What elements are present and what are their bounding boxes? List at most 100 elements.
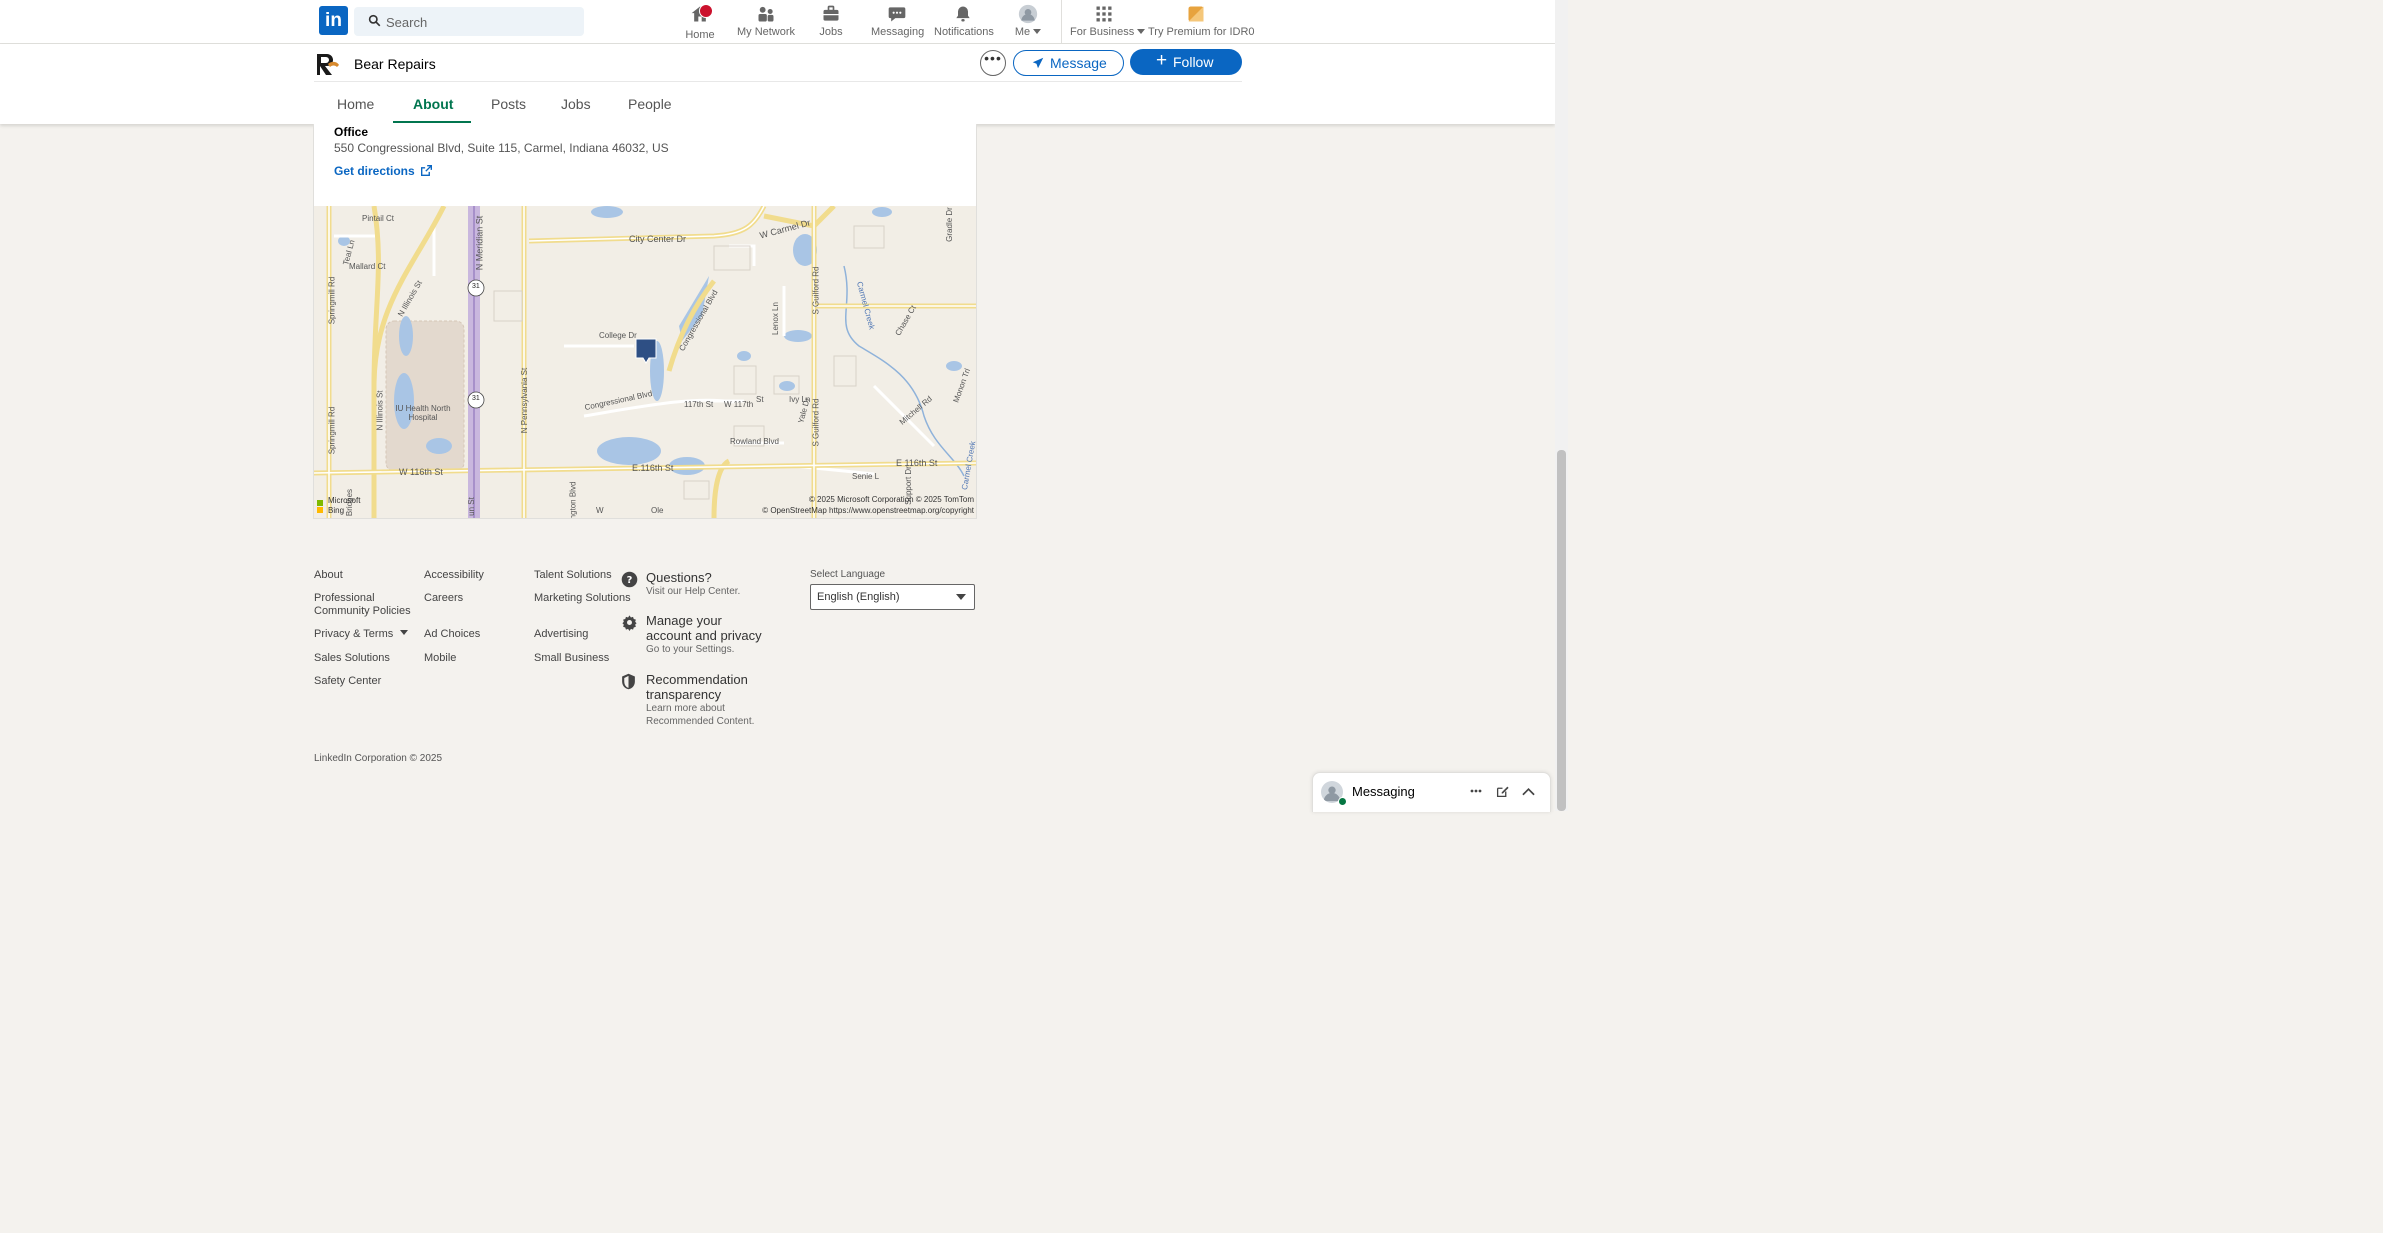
plus-icon: + <box>1156 50 1168 71</box>
compose-icon[interactable] <box>1496 785 1509 798</box>
tab-jobs[interactable]: Jobs <box>561 96 591 112</box>
map-label: Lenox Ln <box>770 302 780 335</box>
map-label: Springmill Rd <box>327 276 337 325</box>
map-label: IU Health North Hospital <box>395 404 451 422</box>
tab-about[interactable]: About <box>413 96 453 112</box>
footer-link-safety-center[interactable]: Safety Center <box>314 675 381 688</box>
question-icon: ? <box>621 571 638 588</box>
messaging-overlay[interactable]: Messaging <box>1312 772 1551 812</box>
search-input[interactable]: Search <box>354 7 584 36</box>
get-directions-label: Get directions <box>334 164 415 178</box>
chevron-up-icon[interactable] <box>1522 787 1535 796</box>
location-map[interactable]: Pintail Ct City Center Dr W Carmel Dr Te… <box>314 204 976 519</box>
footer-link-careers[interactable]: Careers <box>424 592 463 605</box>
help-subtitle: Visit our Help Center. <box>646 586 741 597</box>
footer-link-small-business[interactable]: Small Business <box>534 652 609 665</box>
bell-icon <box>956 6 970 22</box>
nav-my-network[interactable]: My Network <box>736 4 796 40</box>
more-options-button[interactable]: ••• <box>980 50 1006 76</box>
gear-icon <box>622 615 637 631</box>
nav-try-premium[interactable]: Try Premium for IDR0 <box>1148 4 1255 40</box>
nav-home[interactable]: Home <box>684 4 716 41</box>
map-label: Springmill Rd <box>327 406 337 455</box>
search-icon <box>368 14 381 27</box>
footer-link-ad-choices[interactable]: Ad Choices <box>424 628 480 641</box>
premium-icon <box>1188 6 1204 22</box>
language-value: English (English) <box>817 591 900 603</box>
footer-link-mobile[interactable]: Mobile <box>424 652 456 665</box>
map-label: Gradle Dr <box>944 207 954 242</box>
footer-link-about[interactable]: About <box>314 569 343 582</box>
footer-link-sales-solutions[interactable]: Sales Solutions <box>314 652 390 665</box>
ellipsis-icon[interactable] <box>1470 789 1482 793</box>
language-select[interactable]: English (English) <box>810 584 975 610</box>
location-label: Office <box>334 125 369 139</box>
nav-for-business[interactable]: For Business <box>1070 4 1146 40</box>
help-title: Questions? <box>646 570 712 585</box>
page-scrollbar[interactable] <box>1555 0 1568 811</box>
tab-posts[interactable]: Posts <box>491 96 526 112</box>
tab-people[interactable]: People <box>628 96 672 112</box>
nav-notifications[interactable]: Notifications <box>934 4 994 40</box>
nav-try-premium-label: Try Premium for IDR0 <box>1148 26 1255 38</box>
nav-divider <box>1061 0 1062 43</box>
help-title: Recommendation transparency <box>646 672 748 702</box>
message-button-label: Message <box>1050 55 1107 71</box>
nav-for-business-label: For Business <box>1070 26 1146 38</box>
map-label: W 116th St <box>399 467 443 477</box>
nav-home-label: Home <box>685 29 715 41</box>
follow-button[interactable]: + Follow <box>1130 49 1242 75</box>
footer-link-advertising[interactable]: Advertising <box>534 628 588 641</box>
map-label: College Dr <box>599 331 637 340</box>
map-label: W <box>596 506 604 515</box>
nav-messaging-label: Messaging <box>871 26 925 38</box>
footer-link-marketing-solutions[interactable]: Marketing Solutions <box>534 592 631 605</box>
caret-down-icon <box>1033 29 1042 34</box>
map-label: N Illinois St <box>375 390 385 431</box>
map-label: Pintail Ct <box>362 214 395 223</box>
message-button[interactable]: Message <box>1013 50 1124 76</box>
language-label: Select Language <box>810 569 886 580</box>
company-name[interactable]: Bear Repairs <box>354 56 436 72</box>
company-logo[interactable] <box>314 52 340 76</box>
company-header: Bear Repairs ••• Message + Follow Home A… <box>0 44 1555 124</box>
scrollbar-thumb[interactable] <box>1557 450 1566 811</box>
map-label: E 116th St <box>896 458 938 468</box>
people-icon <box>758 6 774 22</box>
map-label: ngton Blvd <box>568 481 578 519</box>
map-label: 31 <box>472 283 480 290</box>
briefcase-icon <box>823 5 839 21</box>
messaging-title: Messaging <box>1352 784 1415 799</box>
help-questions[interactable]: ? Questions? Visit our Help Center. <box>621 570 816 598</box>
map-label: S Guilford Rd <box>811 266 821 315</box>
header-divider <box>314 81 1242 82</box>
help-title: Manage your account and privacy <box>646 613 762 643</box>
copyright: LinkedIn Corporation © 2025 <box>314 753 443 764</box>
chat-icon <box>888 7 906 22</box>
get-directions-link[interactable]: Get directions <box>334 164 432 178</box>
nav-messaging[interactable]: Messaging <box>871 4 925 40</box>
help-manage-account[interactable]: Manage your account and privacy Go to yo… <box>622 613 816 656</box>
footer-link-talent-solutions[interactable]: Talent Solutions <box>534 569 612 582</box>
map-label: Mallard Ct <box>349 262 386 271</box>
tab-home[interactable]: Home <box>337 96 374 112</box>
help-recommendation-transparency[interactable]: Recommendation transparency Learn more a… <box>622 672 816 728</box>
footer-link-privacy-terms[interactable]: Privacy & Terms <box>314 628 409 641</box>
nav-jobs-label: Jobs <box>819 26 843 38</box>
map-label: N Meridian St <box>474 215 485 271</box>
footer-link-accessibility[interactable]: Accessibility <box>424 569 484 582</box>
nav-notifications-label: Notifications <box>934 26 994 38</box>
footer-link-community-policies[interactable]: Professional Community Policies <box>314 592 414 618</box>
bing-attribution: Microsoft Bing <box>328 496 361 515</box>
nav-jobs[interactable]: Jobs <box>815 4 847 40</box>
linkedin-logo-icon[interactable]: in <box>319 6 348 35</box>
nav-me-label: Me <box>1011 26 1045 38</box>
nav-me[interactable]: Me <box>1011 4 1045 40</box>
map-label: 31 <box>472 395 480 402</box>
search-placeholder: Search <box>386 15 428 30</box>
location-address: 550 Congressional Blvd, Suite 115, Carme… <box>334 141 669 155</box>
map-attribution[interactable]: © 2025 Microsoft Corporation © 2025 TomT… <box>762 494 974 516</box>
map-label: W 117th <box>724 400 754 409</box>
svg-text:?: ? <box>627 575 633 586</box>
nav-my-network-label: My Network <box>736 26 796 38</box>
